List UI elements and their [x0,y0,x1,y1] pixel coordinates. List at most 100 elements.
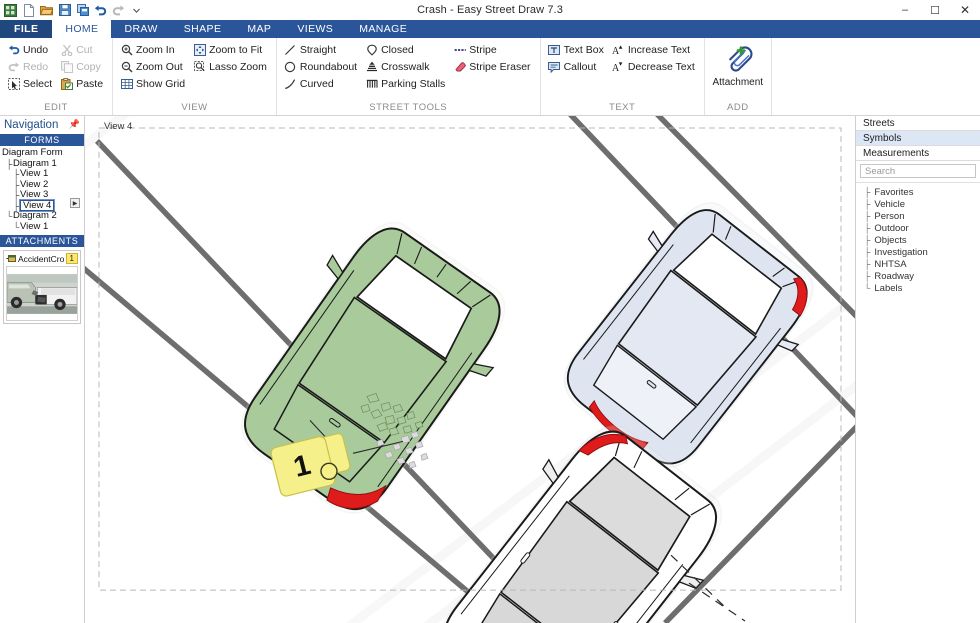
ribbon-button-zoom-in[interactable]: Zoom In [117,41,190,58]
attachment-item-icon [6,254,16,263]
ribbon-button-decrease-text[interactable]: A Decrease Text [609,58,700,75]
minimize-button[interactable]: – [890,0,920,20]
tree-branch-icon: ├ [13,190,20,200]
ribbon: Undo Redo Select Cut Copy Paste EDIT Zoom In Zoo… [0,38,980,116]
undo-icon [7,43,20,56]
undo-icon[interactable] [93,3,108,18]
ribbon-button-stripe-eraser[interactable]: Stripe Eraser [450,58,535,75]
symbol-category-nhtsa[interactable]: ├ NHTSA [856,258,980,270]
symbol-category-outdoor[interactable]: ├ Outdoor [856,222,980,234]
ribbon-tab-views[interactable]: VIEWS [284,20,346,38]
ribbon-tab-manage[interactable]: MANAGE [346,20,420,38]
pin-icon[interactable]: 📌 [69,119,80,130]
ribbon-button-roundabout[interactable]: Roundabout [281,58,362,75]
crash-photo-thumbnail [7,273,77,314]
redo-icon [7,60,20,73]
ribbon-tab-draw[interactable]: DRAW [111,20,170,38]
ribbon-group-label: STREET TOOLS [369,102,448,113]
ribbon-button-label: Parking Stalls [381,77,446,90]
ribbon-button-curved[interactable]: Curved [281,75,362,92]
ribbon-button-stripe[interactable]: Stripe [450,41,535,58]
ribbon-button-paste[interactable]: Paste [57,75,108,92]
tree-item-view-1[interactable]: ├ View 1 [2,168,84,180]
tree-item-label: View 1 [20,168,49,179]
ribbon-button-undo[interactable]: Undo [4,41,57,58]
ribbon-button-label: Cut [76,43,93,56]
symbol-category-label: Labels [874,282,903,294]
ribbon-tab-home[interactable]: HOME [52,20,112,38]
symbol-category-investigation[interactable]: ├ Investigation [856,246,980,258]
ribbon-button-closed[interactable]: Closed [362,41,450,58]
ribbon-column: Cut Copy Paste [57,41,108,101]
ribbon-tab-file[interactable]: FILE [0,20,53,38]
ribbon-button-label: Zoom Out [136,60,183,73]
text-box-icon [548,43,561,56]
panel-tab-streets[interactable]: Streets [856,116,980,131]
ribbon-button-select[interactable]: Select [4,75,57,92]
customize-qat-icon[interactable] [129,3,144,18]
redo-icon[interactable] [111,3,126,18]
tree-item-view-1[interactable]: └ View 1 [2,221,84,233]
symbol-category-vehicle[interactable]: ├ Vehicle [856,198,980,210]
ribbon-button-zoom-out[interactable]: Zoom Out [117,58,190,75]
attachment-row[interactable]: AccidentCropp... 1 [6,253,78,264]
attachments-section-header: ATTACHMENTS [0,234,84,247]
attachment-badge: 1 [65,253,78,264]
ribbon-button-label: Paste [76,77,104,90]
straight-line-icon [284,43,297,56]
ribbon-button-zoom-to-fit[interactable]: Zoom to Fit [190,41,272,58]
tree-branch-icon: └ [13,221,20,232]
symbol-category-label: Favorites [874,186,914,198]
symbol-category-labels[interactable]: └ Labels [856,282,980,294]
ribbon-button-text-box[interactable]: Text Box [545,41,609,58]
panel-tab-measurements[interactable]: Measurements [856,146,980,161]
symbol-category-person[interactable]: ├ Person [856,210,980,222]
roundabout-icon [284,60,297,73]
ribbon-button-lasso-zoom[interactable]: Lasso Zoom [190,58,272,75]
ribbon-button-label: Zoom to Fit [209,43,263,56]
ribbon-tab-bar: FILE HOME DRAW SHAPE MAP VIEWS MANAGE [0,20,980,38]
maximize-button[interactable]: ☐ [920,0,950,20]
ribbon-button-label: Zoom In [136,43,175,56]
symbol-category-roadway[interactable]: ├ Roadway [856,270,980,282]
symbol-search-input[interactable] [860,164,976,178]
ribbon-button-increase-text[interactable]: A Increase Text [609,41,700,58]
diagram-svg: 1 [85,116,855,623]
zoom-fit-icon [193,43,206,56]
ribbon-button-attachment[interactable]: Attachment [709,41,767,101]
ribbon-button-label: Roundabout [299,60,358,73]
ribbon-tab-shape[interactable]: SHAPE [171,20,235,38]
ribbon-button-callout[interactable]: Callout [545,58,609,75]
ribbon-button-crosswalk[interactable]: Crosswalk [362,58,450,75]
attachment-card[interactable]: AccidentCropp... 1 [3,250,81,324]
close-button[interactable]: ✕ [950,0,980,20]
open-folder-icon[interactable] [39,3,54,18]
tree-expand-button[interactable]: ▶ [70,198,80,208]
zoom-out-icon [120,60,133,73]
ribbon-button-redo: Redo [4,58,57,75]
ribbon-button-straight[interactable]: Straight [281,41,362,58]
symbol-category-favorites[interactable]: ├ Favorites [856,186,980,198]
tree-item-diagram-form[interactable]: Diagram Form [2,147,84,159]
tree-branch-icon: └ [864,283,871,293]
save-as-icon[interactable] [75,3,90,18]
tree-item-label: Diagram 2 [13,210,57,221]
ribbon-tab-map[interactable]: MAP [234,20,284,38]
symbol-category-objects[interactable]: ├ Objects [856,234,980,246]
ribbon-button-label: Callout [563,60,597,73]
lasso-zoom-icon [193,60,206,73]
grid-icon [120,77,133,90]
attachment-thumbnail[interactable] [6,266,78,321]
diagram-canvas[interactable]: 1 View 4 [85,116,855,623]
app-logo-icon[interactable] [3,3,18,18]
tree-branch-icon: ├ [864,223,871,233]
ribbon-button-parking-stalls[interactable]: Parking Stalls [362,75,450,92]
tree-branch-icon: └ [6,211,13,221]
symbol-category-label: Outdoor [874,222,909,234]
tree-item-diagram-2[interactable]: └ Diagram 2 [2,210,84,222]
new-document-icon[interactable] [21,3,36,18]
save-icon[interactable] [57,3,72,18]
ribbon-button-show-grid[interactable]: Show Grid [117,75,190,92]
panel-tab-symbols[interactable]: Symbols [856,131,980,146]
ribbon-column: Closed Crosswalk Parking Stalls [362,41,450,101]
